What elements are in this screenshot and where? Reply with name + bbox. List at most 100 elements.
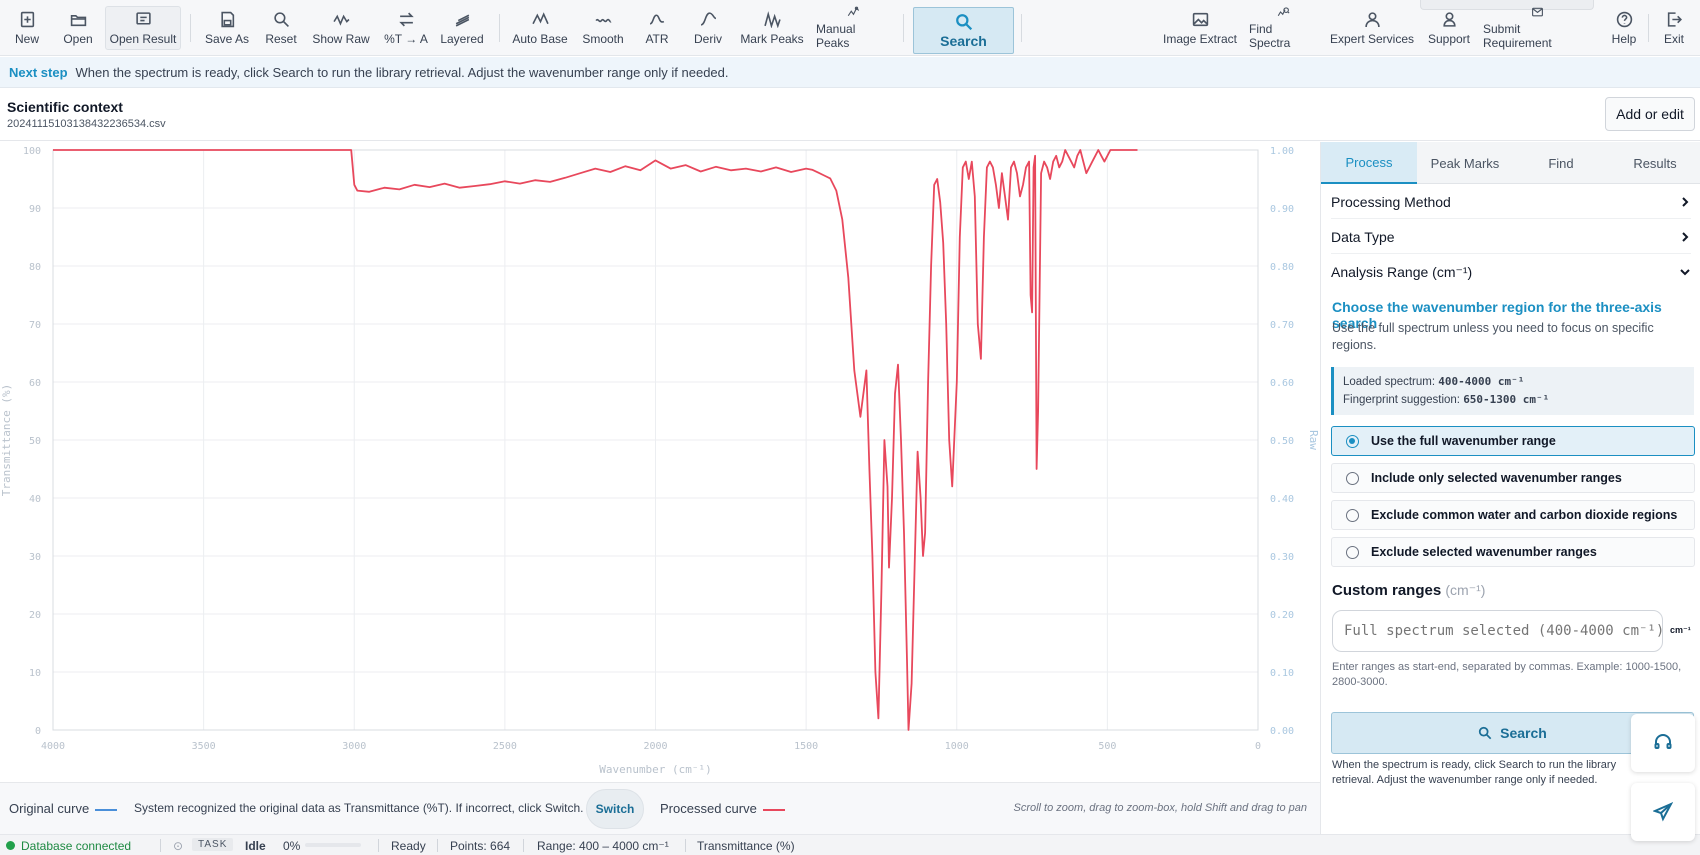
x-tick-label: 3500 [192, 741, 216, 752]
reset-button-label: Reset [265, 31, 297, 46]
option-exclude-selected[interactable]: Exclude selected wavenumber ranges [1331, 537, 1695, 567]
expert-services-button[interactable]: Expert Services [1329, 6, 1415, 50]
auto-base-button[interactable]: Auto Base [510, 6, 570, 50]
open-result-button[interactable]: Open Result [105, 6, 181, 50]
database-status: Database connected [21, 839, 132, 853]
right-tick-label: 0.90 [1270, 204, 1294, 215]
send-icon [1653, 802, 1673, 822]
tab-find[interactable]: Find [1513, 142, 1609, 184]
radio-button[interactable] [1346, 471, 1359, 485]
tab-process[interactable]: Process [1321, 142, 1417, 184]
toolbar-divider [1648, 14, 1649, 42]
y-tick-label: 30 [29, 552, 41, 563]
toolbar-divider [499, 14, 500, 42]
find-spectra-button[interactable]: Find Spectra [1249, 6, 1317, 50]
send-float-button[interactable] [1631, 783, 1695, 841]
exit-button[interactable]: Exit [1656, 6, 1692, 50]
x-tick-label: 2500 [493, 741, 517, 752]
image-extract-button[interactable]: Image Extract [1162, 6, 1238, 50]
radio-button[interactable] [1346, 434, 1359, 448]
processed-curve-legend: Processed curve [660, 801, 785, 816]
option-exclude-water-co2[interactable]: Exclude common water and carbon dioxide … [1331, 500, 1695, 530]
new-file-icon [20, 11, 34, 27]
manual-peaks-button[interactable]: Manual Peaks [816, 6, 890, 50]
submit-requirement-button[interactable]: Submit Requirement [1483, 6, 1591, 50]
search-icon [1479, 726, 1492, 740]
new-button-label: New [14, 31, 39, 46]
x-tick-label: 0 [1255, 741, 1261, 752]
spectrum-chart-svg[interactable]: 0 10 20 30 40 50 60 70 80 90 100 4000 3500 3000 2500 20… [0, 142, 1320, 782]
mark-peaks-button[interactable]: Mark Peaks [740, 6, 804, 50]
derivative-button-label: Deriv [693, 31, 722, 46]
save-as-button[interactable]: Save As [203, 6, 251, 50]
tab-results[interactable]: Results [1609, 142, 1700, 184]
help-button[interactable]: Help [1607, 6, 1641, 50]
y-axis-label: Transmittance (%) [0, 384, 13, 497]
layered-button-label: Layered [440, 31, 484, 46]
status-divider [378, 839, 379, 852]
add-or-edit-button[interactable]: Add or edit [1605, 97, 1695, 131]
custom-ranges-label: Custom ranges [1332, 582, 1442, 599]
radio-button[interactable] [1346, 508, 1359, 522]
spectrum-chart[interactable]: 0 10 20 30 40 50 60 70 80 90 100 4000 3500 3000 2500 20… [0, 142, 1320, 782]
transmittance-to-absorbance-button[interactable]: %T → A [381, 6, 431, 50]
range-section-description: Use the full spectrum unless you need to… [1332, 321, 1654, 352]
custom-ranges-help: Enter ranges as start-end, separated by … [1332, 661, 1682, 688]
context-file-name: 20241115103138432236534.csv [7, 118, 166, 130]
analysis-range-accordion[interactable]: Analysis Range (cm⁻¹) [1331, 255, 1691, 289]
new-button[interactable]: New [8, 6, 46, 50]
tab-peak-marks[interactable]: Peak Marks [1417, 142, 1513, 184]
custom-ranges-unit-label: cm⁻¹ [1670, 625, 1691, 635]
smooth-button[interactable]: Smooth [580, 6, 626, 50]
exit-label: Exit [1663, 31, 1684, 46]
support-button[interactable]: Support [1425, 6, 1473, 50]
processed-curve-swatch [762, 808, 785, 811]
next-step-label: Next step [9, 64, 68, 80]
show-raw-button[interactable]: Show Raw [311, 6, 371, 50]
support-float-button[interactable] [1631, 714, 1695, 772]
right-tick-label: 0.00 [1270, 726, 1294, 737]
context-title: Scientific context [7, 99, 123, 115]
right-tick-label: 0.30 [1270, 552, 1294, 563]
original-curve-legend: Original curve [9, 801, 118, 816]
y-tick-label: 60 [29, 378, 41, 389]
layers-icon [455, 14, 469, 27]
right-tick-label: 1.00 [1270, 146, 1294, 157]
main-toolbar: New Open Open Result Save As Reset Show … [0, 0, 1700, 56]
y-tick-label: 20 [29, 610, 41, 621]
layered-button[interactable]: Layered [438, 6, 486, 50]
toolbar-divider [1021, 14, 1022, 42]
open-button[interactable]: Open [58, 6, 98, 50]
swap-icon [398, 12, 414, 26]
fingerprint-label: Fingerprint suggestion: [1343, 394, 1460, 406]
data-type-accordion[interactable]: Data Type [1331, 220, 1691, 254]
save-icon [220, 11, 234, 27]
analysis-range-label: Analysis Range (cm⁻¹) [1331, 263, 1473, 280]
y-tick-label: 70 [29, 320, 41, 331]
recognized-text: System recognized the original data as T… [134, 801, 584, 815]
data-type-label: Data Type [1331, 228, 1395, 245]
switch-button[interactable]: Switch [586, 789, 644, 829]
radio-button[interactable] [1346, 545, 1359, 559]
auto-base-button-label: Auto Base [512, 31, 568, 46]
right-tick-label: 0.50 [1270, 436, 1294, 447]
option-full-range[interactable]: Use the full wavenumber range [1331, 426, 1695, 456]
help-icon [1616, 11, 1632, 27]
processing-method-accordion[interactable]: Processing Method [1331, 185, 1691, 219]
custom-ranges-input[interactable] [1332, 610, 1663, 652]
task-progress-bar [305, 843, 361, 847]
find-spectra-icon [1277, 7, 1290, 17]
option-label: Include only selected wavenumber ranges [1371, 471, 1622, 485]
x-tick-label: 2000 [643, 741, 667, 752]
original-curve-label: Original curve [9, 801, 90, 816]
option-include-selected[interactable]: Include only selected wavenumber ranges [1331, 463, 1695, 493]
show-raw-button-label: Show Raw [312, 31, 370, 46]
search-icon [955, 13, 972, 30]
toolbar-search-button[interactable]: Search [913, 7, 1014, 54]
expert-services-label: Expert Services [1329, 31, 1415, 46]
manual-peaks-icon [847, 6, 859, 17]
reset-button[interactable]: Reset [263, 6, 299, 50]
y-tick-label: 0 [35, 726, 41, 737]
atr-button[interactable]: ATR [639, 6, 675, 50]
derivative-button[interactable]: Deriv [689, 6, 727, 50]
